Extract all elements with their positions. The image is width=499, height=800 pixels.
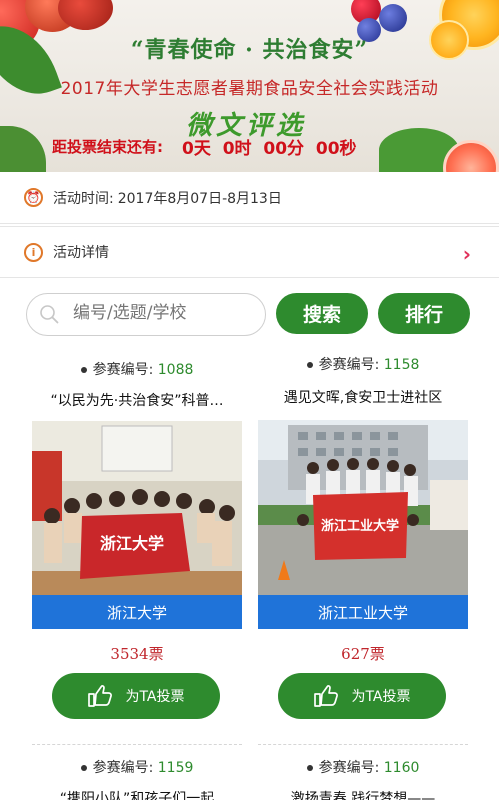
- chevron-right-icon: ›: [462, 242, 471, 266]
- group-photo-image: 浙江大学: [32, 421, 242, 596]
- countdown-minutes: 00分: [263, 139, 305, 159]
- bullet-icon: [306, 765, 313, 771]
- entry-number: 参赛编号: 1088: [32, 359, 242, 379]
- bullet-icon: [80, 765, 87, 771]
- banner-subtitle: 2017年大学生志愿者暑期食品安全社会实践活动: [60, 79, 439, 99]
- countdown-days: 0天: [182, 139, 211, 159]
- banner: “青春使命 · 共治食安” 2017年大学生志愿者暑期食品安全社会实践活动 微文…: [0, 0, 499, 172]
- countdown-label: 距投票结束还有:: [52, 138, 163, 156]
- entry-number-value: 1088: [157, 362, 194, 378]
- search-input[interactable]: [73, 303, 258, 323]
- search-button[interactable]: 搜索: [276, 293, 368, 334]
- blueberry-decoration: [379, 4, 407, 32]
- card-divider: [258, 744, 468, 745]
- group-photo-image: 浙江工业大学: [258, 420, 468, 595]
- entry-title[interactable]: “携阳小队”和孩子们一起: [32, 788, 242, 800]
- search-box[interactable]: [26, 293, 266, 336]
- banner-text-in-photo: 浙江大学: [100, 534, 164, 553]
- entry-number-label: 参赛编号:: [92, 362, 154, 378]
- activity-details-row[interactable]: i 活动详情 ›: [0, 226, 499, 278]
- vote-button[interactable]: 为TA投票: [278, 673, 446, 719]
- search-icon: [40, 305, 59, 324]
- entry-number-value: 1158: [383, 357, 420, 373]
- entry-card: 参赛编号: 1158 遇见文晖,食安卫士进社区 浙江工业大学 浙江工业大学 62…: [258, 350, 468, 800]
- thumbs-up-icon: [88, 685, 113, 707]
- vote-count: 627票: [341, 645, 385, 663]
- banner-title: “青春使命 · 共治食安”: [130, 37, 369, 63]
- banner-text-in-photo: 浙江工业大学: [321, 518, 399, 534]
- vote-button-label: 为TA投票: [125, 689, 185, 705]
- entry-title[interactable]: 遇见文晖,食安卫士进社区: [258, 387, 468, 407]
- entry-number-label: 参赛编号:: [92, 760, 154, 776]
- entry-photo[interactable]: 浙江工业大学: [258, 420, 468, 595]
- entry-title[interactable]: 激扬青春,践行梦想——: [258, 788, 468, 800]
- bullet-icon: [306, 362, 313, 368]
- bullet-icon: [80, 367, 87, 373]
- school-name-bar: 浙江大学: [32, 595, 242, 629]
- countdown-hours: 0时: [222, 139, 252, 159]
- entry-number: 参赛编号: 1159: [32, 757, 242, 777]
- entry-number: 参赛编号: 1158: [258, 354, 468, 374]
- school-name-bar: 浙江工业大学: [258, 595, 468, 629]
- entry-number-value: 1160: [383, 760, 420, 776]
- entry-number-value: 1159: [157, 760, 194, 776]
- alarm-clock-icon: ⏰: [24, 188, 43, 207]
- vote-button-label: 为TA投票: [351, 689, 411, 705]
- countdown-timer: 0天 0时 00分 00秒: [182, 134, 357, 159]
- countdown-seconds: 00秒: [315, 139, 357, 159]
- vote-button[interactable]: 为TA投票: [52, 673, 220, 719]
- entry-photo[interactable]: 浙江大学: [32, 421, 242, 596]
- activity-time-label: 活动时间:: [53, 190, 114, 207]
- greens-decoration: [0, 126, 46, 172]
- vote-count: 3534票: [110, 645, 164, 663]
- activity-time-row: ⏰ 活动时间: 2017年8月07日-8月13日: [0, 172, 499, 224]
- card-divider: [32, 744, 242, 745]
- info-icon: i: [24, 242, 43, 262]
- entry-title[interactable]: “以民为先·共治食安”科普…: [32, 390, 242, 410]
- activity-time-value: 2017年8月07日-8月13日: [117, 190, 282, 207]
- entry-number-label: 参赛编号:: [318, 760, 380, 776]
- entry-number: 参赛编号: 1160: [258, 757, 468, 777]
- thumbs-up-icon: [314, 685, 339, 707]
- entry-card: 参赛编号: 1088 “以民为先·共治食安”科普… 浙江大学 浙江大学 3534…: [32, 350, 242, 800]
- activity-details-label: 活动详情: [53, 245, 109, 261]
- rank-button[interactable]: 排行: [378, 293, 470, 334]
- entry-number-label: 参赛编号:: [318, 357, 380, 373]
